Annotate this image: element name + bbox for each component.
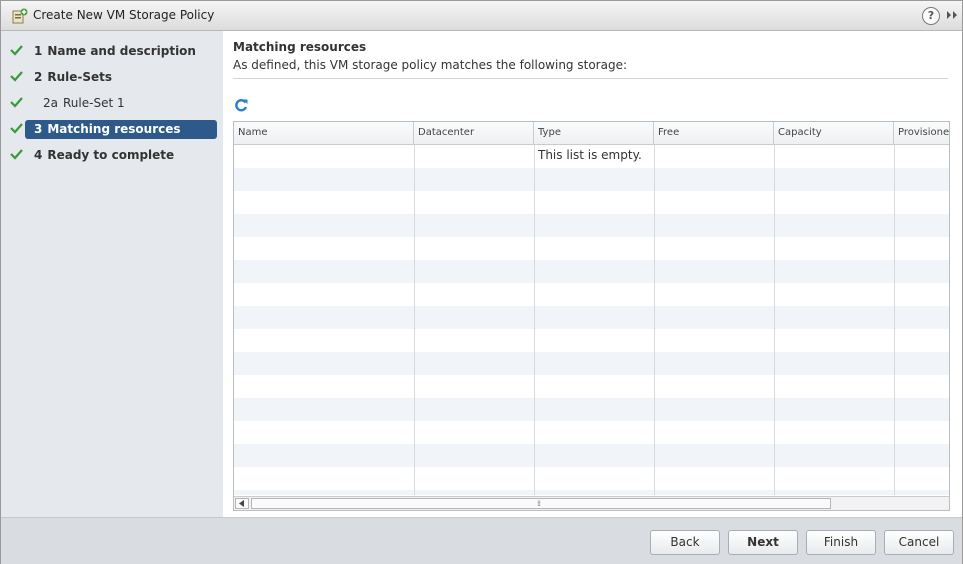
column-header-name[interactable]: Name — [234, 122, 414, 144]
checkmark-icon — [10, 45, 23, 56]
divider — [233, 78, 948, 79]
column-divider — [654, 145, 655, 495]
dialog-title: Create New VM Storage Policy — [33, 8, 215, 22]
column-divider — [774, 145, 775, 495]
horizontal-scrollbar[interactable]: ⁞⁞ — [234, 496, 949, 510]
finish-button[interactable]: Finish — [806, 530, 876, 555]
double-chevron-right-icon[interactable] — [945, 8, 959, 22]
nav-step-ready-to-complete[interactable]: 4 Ready to complete — [25, 146, 217, 165]
scroll-thumb[interactable]: ⁞⁞ — [251, 498, 831, 509]
table-row — [234, 306, 949, 329]
column-header-type[interactable]: Type — [534, 122, 654, 144]
table-row — [234, 352, 949, 375]
table-row — [234, 467, 949, 490]
nav-step-name-and-description[interactable]: 1 Name and description — [25, 42, 217, 61]
title-bar: Create New VM Storage Policy ? — [1, 1, 962, 31]
table-row — [234, 421, 949, 444]
table-row — [234, 214, 949, 237]
refresh-icon[interactable] — [233, 97, 249, 113]
table-row — [234, 329, 949, 352]
column-divider — [894, 145, 895, 495]
nav-step-rule-set-1[interactable]: 2a Rule-Set 1 — [25, 94, 217, 113]
empty-list-message: This list is empty. — [538, 148, 642, 162]
grid-header: Name Datacenter Type Free Capacity Provi… — [234, 122, 949, 145]
wizard-steps-nav: 1 Name and description 2 Rule-Sets 2a Rule-… — [1, 31, 222, 517]
table-row — [234, 191, 949, 214]
table-row — [234, 490, 949, 495]
create-vm-storage-policy-dialog: Create New VM Storage Policy ? 1 Name and… — [0, 0, 963, 564]
dialog-footer: Back Next Finish Cancel — [1, 517, 962, 564]
grip-icon: ⁞⁞ — [537, 499, 541, 508]
checkmark-icon — [10, 123, 23, 134]
table-row — [234, 375, 949, 398]
checkmark-icon — [10, 149, 23, 160]
section-description: As defined, this VM storage policy match… — [233, 58, 627, 72]
cancel-button[interactable]: Cancel — [884, 530, 954, 555]
back-button[interactable]: Back — [650, 530, 720, 555]
grid-body: This list is empty. — [234, 145, 949, 495]
table-row — [234, 260, 949, 283]
triangle-left-icon — [239, 500, 244, 507]
nav-step-rule-sets[interactable]: 2 Rule-Sets — [25, 68, 217, 87]
column-header-provisioned[interactable]: Provisione — [894, 122, 949, 144]
nav-step-matching-resources[interactable]: 3 Matching resources — [25, 120, 217, 139]
table-row — [234, 283, 949, 306]
table-row — [234, 444, 949, 467]
main-panel: Matching resources As defined, this VM s… — [223, 31, 962, 517]
column-header-datacenter[interactable]: Datacenter — [414, 122, 534, 144]
table-row — [234, 398, 949, 421]
checkmark-icon — [10, 71, 23, 82]
column-divider — [534, 145, 535, 495]
help-icon[interactable]: ? — [922, 7, 940, 25]
scroll-left-button[interactable] — [235, 498, 249, 509]
table-row — [234, 168, 949, 191]
matching-storage-grid: Name Datacenter Type Free Capacity Provi… — [233, 121, 950, 511]
checkmark-icon — [10, 97, 23, 108]
next-button[interactable]: Next — [728, 530, 798, 555]
section-title: Matching resources — [233, 40, 367, 54]
column-header-free[interactable]: Free — [654, 122, 774, 144]
storage-policy-icon — [12, 8, 28, 24]
column-header-capacity[interactable]: Capacity — [774, 122, 894, 144]
table-row — [234, 237, 949, 260]
column-divider — [414, 145, 415, 495]
